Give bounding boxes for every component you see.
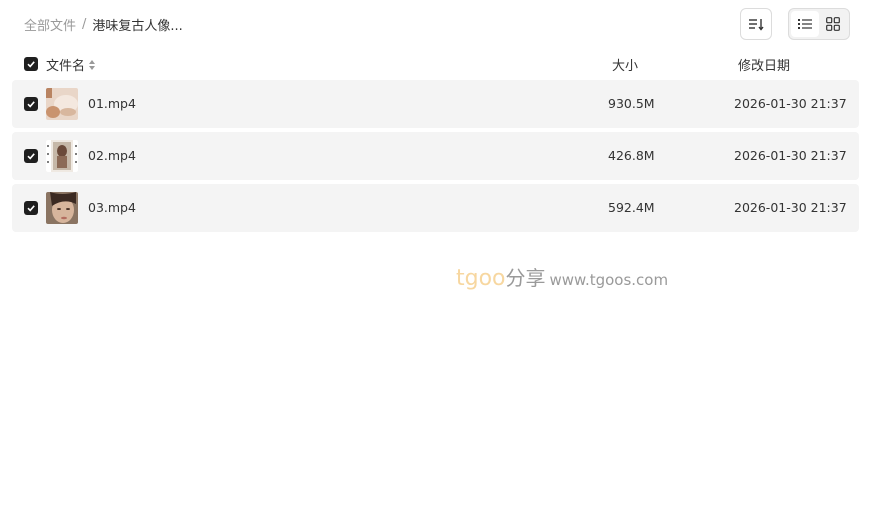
list-view-button[interactable] — [791, 11, 819, 37]
check-icon — [27, 101, 35, 108]
column-header-name-label: 文件名 — [46, 59, 86, 74]
check-icon — [27, 205, 35, 212]
breadcrumb-current-folder: 港味复古人像... — [92, 18, 183, 34]
watermark: tgoo 分享 www.tgoos.com — [456, 262, 668, 291]
file-modified-date: 2026-01-30 21:37 — [734, 200, 847, 215]
check-icon — [27, 61, 35, 68]
video-thumbnail[interactable] — [46, 192, 78, 224]
row-checkbox[interactable] — [24, 201, 38, 215]
breadcrumb-separator: / — [82, 16, 87, 32]
breadcrumb: 全部文件 / 港味复古人像... — [24, 14, 183, 34]
grid-view-icon — [826, 17, 840, 31]
file-name[interactable]: 03.mp4 — [88, 200, 136, 215]
column-sort-icon — [89, 59, 96, 70]
video-thumbnail[interactable] — [46, 88, 78, 120]
file-size: 592.4M — [608, 200, 655, 215]
table-row[interactable]: 03.mp4 592.4M 2026-01-30 21:37 — [12, 184, 859, 232]
sort-icon — [749, 19, 764, 31]
file-size: 930.5M — [608, 96, 655, 111]
select-all-checkbox[interactable] — [24, 57, 38, 71]
view-toggle — [788, 8, 850, 40]
table-row[interactable]: 02.mp4 426.8M 2026-01-30 21:37 — [12, 132, 859, 180]
column-header-size[interactable]: 大小 — [612, 55, 638, 74]
table-row[interactable]: 01.mp4 930.5M 2026-01-30 21:37 — [12, 80, 859, 128]
breadcrumb-root-link[interactable]: 全部文件 — [24, 15, 76, 34]
file-name[interactable]: 01.mp4 — [88, 96, 136, 111]
list-view-icon — [798, 19, 812, 29]
check-icon — [27, 153, 35, 160]
file-name[interactable]: 02.mp4 — [88, 148, 136, 163]
sort-button[interactable] — [740, 8, 772, 40]
row-checkbox[interactable] — [24, 97, 38, 111]
column-header-name[interactable]: 文件名 — [46, 55, 96, 74]
watermark-cn: 分享 — [505, 266, 546, 290]
column-header-modified[interactable]: 修改日期 — [738, 55, 790, 74]
row-checkbox[interactable] — [24, 149, 38, 163]
file-size: 426.8M — [608, 148, 655, 163]
file-modified-date: 2026-01-30 21:37 — [734, 96, 847, 111]
grid-view-button[interactable] — [819, 11, 847, 37]
table-header: 文件名 大小 修改日期 — [12, 52, 859, 76]
file-modified-date: 2026-01-30 21:37 — [734, 148, 847, 163]
watermark-url: www.tgoos.com — [549, 271, 669, 289]
watermark-brand: tgoo — [456, 266, 506, 291]
video-thumbnail[interactable] — [46, 140, 78, 172]
